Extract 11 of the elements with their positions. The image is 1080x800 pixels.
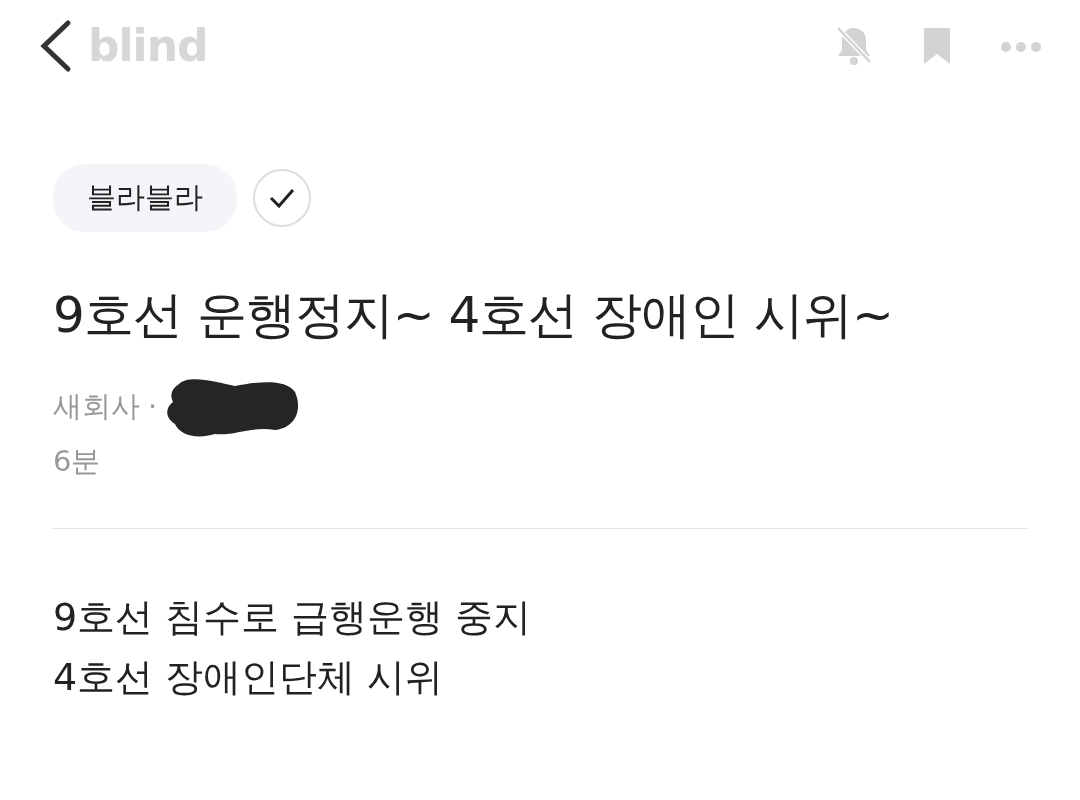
notification-off-icon[interactable] — [834, 24, 874, 68]
separator: · — [148, 388, 158, 426]
check-icon — [269, 187, 295, 208]
topic-tag[interactable]: 블라블라 — [53, 164, 237, 232]
post-title: 9호선 운행정지~ 4호선 장애인 시위~ — [53, 284, 894, 346]
body-text: 9호선 침수로 급행운행 중지 — [53, 593, 533, 641]
body-text: 4호선 장애인단체 시위 — [53, 654, 445, 702]
back-button[interactable] — [38, 19, 72, 73]
post-time: 6분 — [53, 443, 102, 480]
company-name: 새회사 — [53, 388, 140, 426]
bookmark-icon[interactable] — [922, 26, 952, 66]
